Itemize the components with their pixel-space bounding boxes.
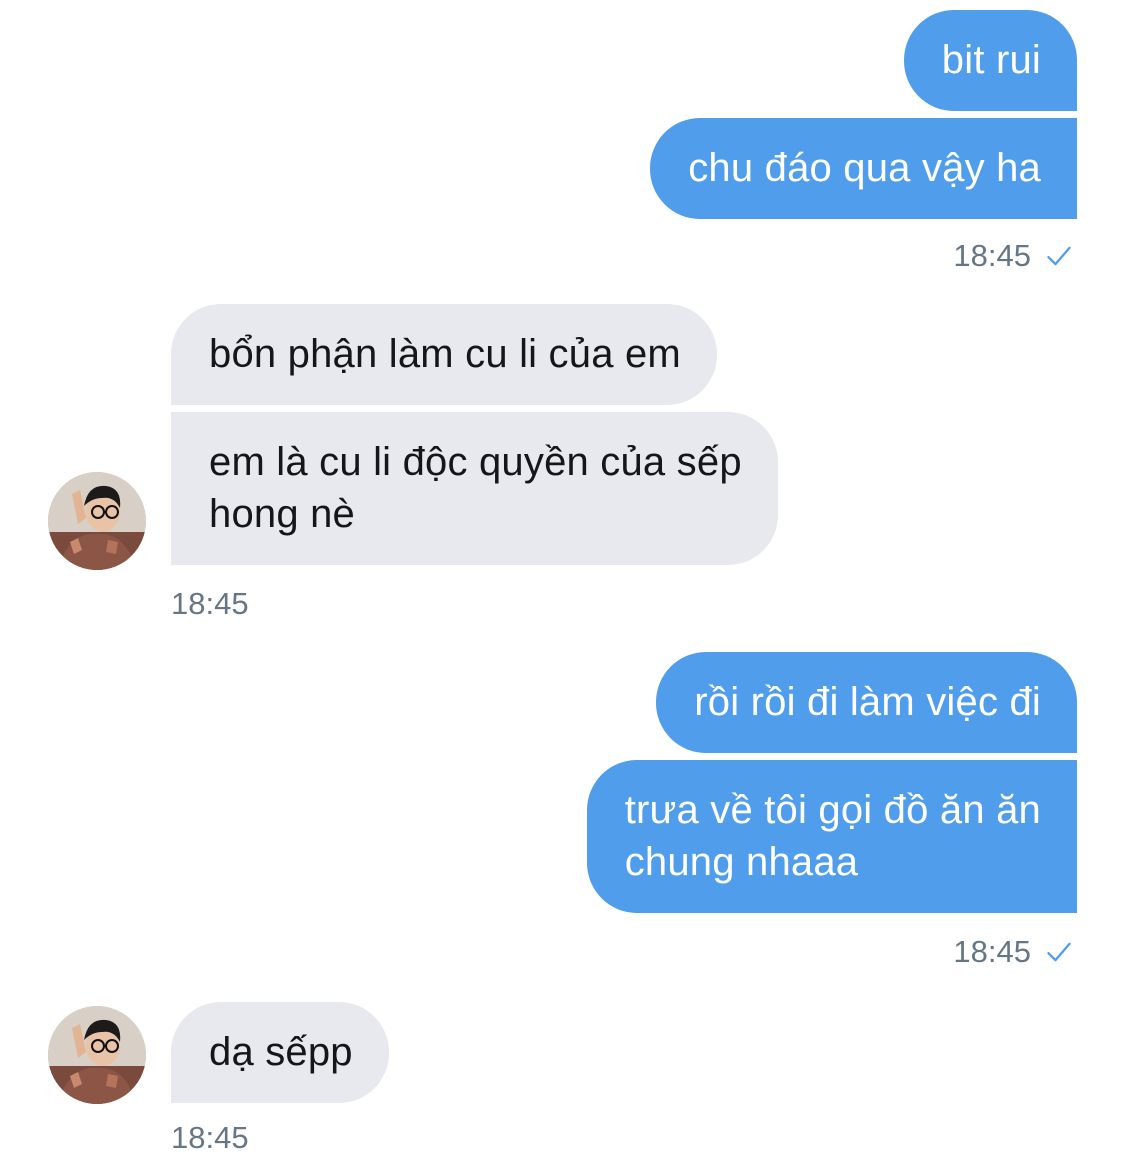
message-bubble-outgoing[interactable]: bit rui [903,10,1077,111]
avatar-photo-icon [48,472,146,570]
avatar[interactable] [48,472,146,570]
message-timestamp: 18:45 [953,934,1073,970]
message-bubble-outgoing[interactable]: chu đáo qua vậy ha [650,118,1077,219]
message-bubble-outgoing[interactable]: rồi rồi đi làm việc đi [656,652,1077,753]
timestamp-text: 18:45 [953,238,1031,273]
message-timestamp: 18:45 [171,586,249,622]
message-bubble-incoming[interactable]: dạ sếpp [171,1002,389,1103]
checkmark-icon [1047,942,1071,962]
avatar[interactable] [48,1006,146,1104]
message-bubble-outgoing[interactable]: trưa về tôi gọi đồ ăn ăn chung nhaaa [586,760,1077,913]
checkmark-icon [1047,246,1071,266]
message-timestamp: 18:45 [171,1120,249,1156]
message-bubble-incoming[interactable]: em là cu li độc quyền của sếp hong nè [171,412,778,565]
avatar-photo-icon [48,1006,146,1104]
message-timestamp: 18:45 [953,238,1073,274]
timestamp-text: 18:45 [953,934,1031,969]
timestamp-text: 18:45 [171,586,249,621]
message-bubble-incoming[interactable]: bổn phận làm cu li của em [171,304,717,405]
timestamp-text: 18:45 [171,1120,249,1155]
